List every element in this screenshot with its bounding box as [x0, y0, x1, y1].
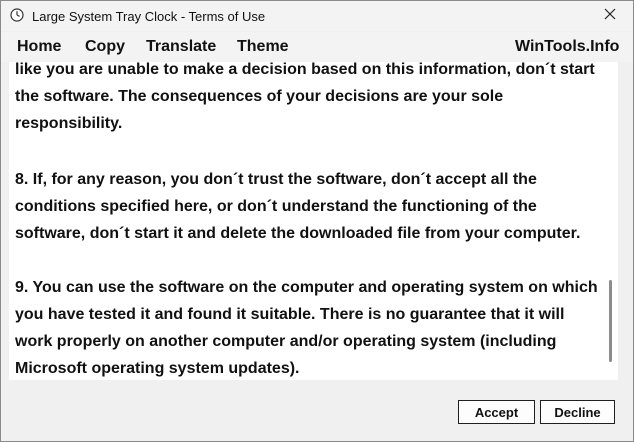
decline-button[interactable]: Decline — [540, 400, 615, 424]
terms-text-area[interactable]: like you are unable to make a decision b… — [9, 62, 605, 380]
menu-translate[interactable]: Translate — [146, 38, 216, 56]
menu-copy[interactable]: Copy — [85, 38, 125, 56]
clock-icon — [10, 8, 24, 22]
menu-home[interactable]: Home — [17, 38, 61, 56]
scrollbar-thumb[interactable] — [609, 280, 612, 362]
accept-button[interactable]: Accept — [458, 400, 535, 424]
terms-paragraph-7-cont: like you are unable to make a decision b… — [15, 62, 595, 132]
close-button[interactable] — [587, 1, 633, 31]
terms-paragraph-9: 9. You can use the software on the compu… — [15, 279, 598, 377]
close-icon — [604, 7, 616, 25]
terms-paragraph-8: 8. If, for any reason, you don´t trust t… — [15, 171, 581, 242]
title-bar[interactable]: Large System Tray Clock - Terms of Use — [1, 1, 633, 31]
vertical-scrollbar[interactable] — [605, 62, 618, 380]
terms-window: Large System Tray Clock - Terms of Use H… — [0, 0, 634, 442]
menu-bar: Home Copy Translate Theme WinTools.Info — [1, 32, 633, 62]
menu-theme[interactable]: Theme — [237, 38, 289, 56]
menu-wintools-link[interactable]: WinTools.Info — [515, 38, 619, 56]
window-title: Large System Tray Clock - Terms of Use — [32, 9, 266, 24]
